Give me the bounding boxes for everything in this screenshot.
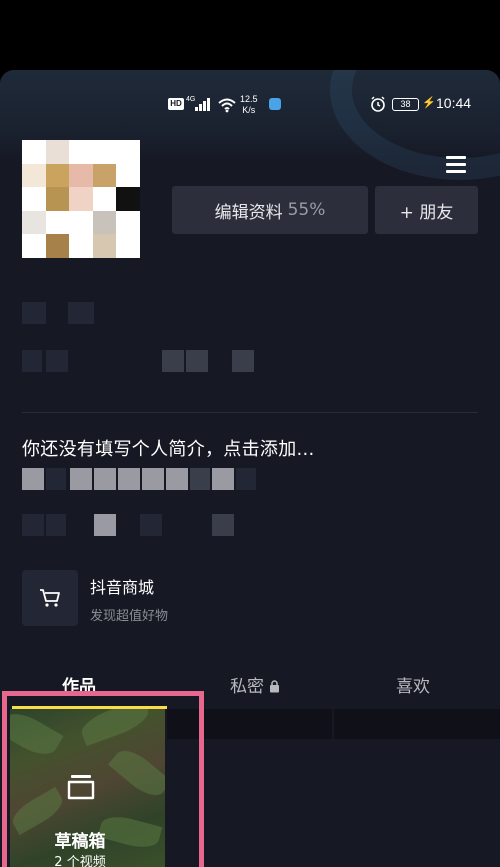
clock: 10:44 (436, 95, 472, 111)
alarm-icon (371, 96, 385, 112)
profile-completion: 55% (287, 200, 326, 220)
redacted-id (22, 350, 42, 372)
wifi-icon (218, 98, 236, 113)
redacted-info (190, 468, 210, 490)
network-type: 4G (186, 96, 196, 103)
redacted-info (118, 468, 140, 490)
redacted-nickname (22, 302, 46, 324)
redacted-id (46, 350, 68, 372)
redacted-tag (46, 514, 66, 536)
redacted-tag (94, 514, 116, 536)
cart-icon (40, 589, 60, 607)
video-grid-cell (334, 709, 500, 739)
redacted-tag (22, 514, 44, 536)
app-notification-icon (269, 98, 281, 110)
redacted-tag (140, 514, 162, 536)
status-bar: HD 4G 12.5 K/s 38 ⚡ 10:44 (0, 94, 500, 118)
edit-profile-button[interactable]: 编辑资料 55% (172, 186, 368, 234)
menu-icon[interactable] (440, 152, 472, 178)
redacted-tag (212, 514, 234, 536)
add-friend-button[interactable]: + 朋友 (375, 186, 478, 234)
tab-likes[interactable]: 喜欢 (396, 672, 430, 697)
divider (22, 412, 478, 413)
redacted-info (142, 468, 164, 490)
redacted-info (94, 468, 116, 490)
redacted-id (186, 350, 208, 372)
cover-decoration (330, 70, 500, 180)
redacted-info (46, 468, 66, 490)
highlight-frame (2, 691, 204, 867)
battery-icon: 38 (392, 98, 419, 111)
shop-subtitle: 发现超值好物 (90, 609, 169, 624)
signal-icon (195, 98, 213, 111)
tab-private[interactable]: 私密 (230, 672, 280, 697)
hd-icon: HD (168, 98, 184, 110)
charging-icon: ⚡ (422, 97, 436, 109)
redacted-id (232, 350, 254, 372)
redacted-info (212, 468, 234, 490)
redacted-info (70, 468, 92, 490)
bio-placeholder[interactable]: 你还没有填写个人简介，点击添加... (22, 435, 315, 461)
redacted-info (236, 468, 256, 490)
speed-unit: K/s (242, 105, 256, 115)
shop-entry[interactable] (22, 570, 78, 626)
redacted-info (22, 468, 44, 490)
redacted-nickname (68, 302, 94, 324)
edit-profile-label: 编辑资料 (214, 202, 283, 223)
speed-value: 12.5 (240, 94, 258, 104)
network-speed: 12.5 K/s (240, 94, 258, 116)
tab-private-label: 私密 (230, 677, 264, 697)
shop-title[interactable]: 抖音商城 (90, 574, 154, 598)
redacted-info (166, 468, 188, 490)
lock-icon (270, 680, 280, 693)
avatar[interactable] (22, 140, 140, 258)
redacted-id (162, 350, 184, 372)
